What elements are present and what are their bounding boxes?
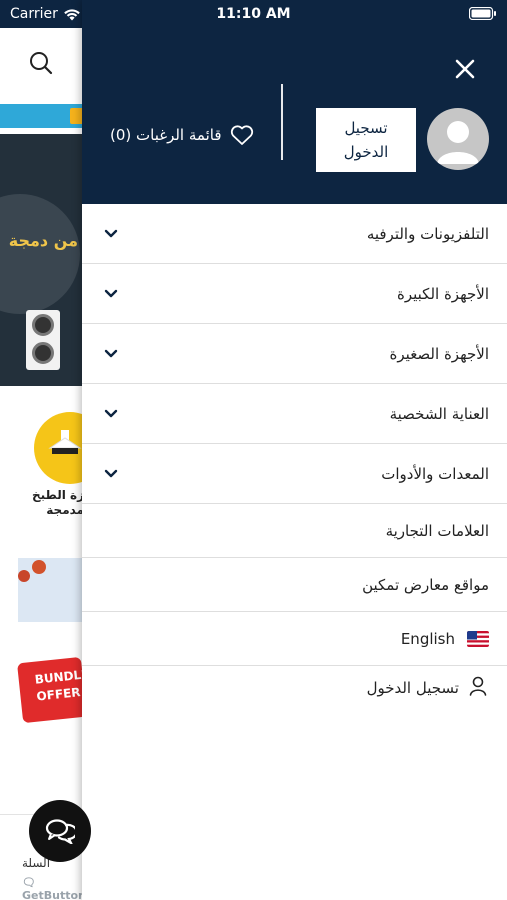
menu-item-small-appliances[interactable]: الأجهزة الصغيرة: [82, 324, 507, 384]
promo-image[interactable]: [18, 558, 82, 622]
menu-item-label: العلامات التجارية: [385, 521, 489, 540]
wishlist-link[interactable]: قائمة الرغبات (0): [110, 122, 254, 148]
battery-icon: [469, 7, 496, 20]
drawer-menu: التلفزيونات والترفيه الأجهزة الكبيرة الأ…: [82, 204, 507, 710]
menu-item-label: مواقع معارض تمكين: [362, 575, 489, 594]
chevron-down-icon[interactable]: [104, 324, 118, 383]
menu-item-equipment-tools[interactable]: المعدات والأدوات: [82, 444, 507, 504]
chevron-down-icon[interactable]: [104, 444, 118, 503]
menu-item-label: الأجهزة الصغيرة: [389, 344, 489, 363]
getbutton-label: GetButton: [22, 889, 86, 900]
menu-item-label: التلفزيونات والترفيه: [366, 224, 489, 243]
menu-item-label: المعدات والأدوات: [381, 464, 489, 483]
menu-item-label: العناية الشخصية: [389, 404, 489, 423]
banner-text: من دمجة: [8, 231, 78, 250]
menu-item-personal-care[interactable]: العناية الشخصية: [82, 384, 507, 444]
stove-image: [26, 310, 60, 370]
menu-item-showroom-locations[interactable]: مواقع معارض تمكين: [82, 558, 507, 612]
wishlist-label: قائمة الرغبات (0): [110, 126, 222, 144]
menu-login-link[interactable]: تسجيل الدخول: [82, 666, 507, 710]
chat-bubbles-icon: [45, 819, 75, 844]
avatar[interactable]: [427, 108, 489, 170]
promo-ball: [18, 570, 30, 582]
bundle-offer-badge[interactable]: BUNDLE OFFER: [17, 656, 90, 724]
banner-decor-circle: [0, 194, 80, 314]
side-drawer: تسجيل الدخول قائمة الرغبات (0) التلفزيون…: [82, 0, 507, 900]
menu-item-label: الأجهزة الكبيرة: [396, 284, 489, 303]
menu-login-label: تسجيل الدخول: [366, 679, 459, 697]
header-divider: [281, 84, 283, 160]
menu-item-tv-entertainment[interactable]: التلفزيونات والترفيه: [82, 204, 507, 264]
close-icon[interactable]: [454, 58, 476, 80]
menu-item-brands[interactable]: العلامات التجارية: [82, 504, 507, 558]
language-switch[interactable]: English: [82, 612, 507, 666]
clock: 11:10 AM: [216, 6, 291, 22]
login-button[interactable]: تسجيل الدخول: [316, 108, 416, 172]
chevron-down-icon[interactable]: [104, 204, 118, 263]
status-bar: Carrier 11:10 AM: [0, 0, 507, 28]
promo-ball: [32, 560, 46, 574]
range-hood-icon: [48, 430, 82, 454]
heart-icon: [230, 125, 253, 145]
user-icon: [469, 676, 487, 696]
us-flag-icon: [467, 631, 489, 647]
drawer-header: تسجيل الدخول قائمة الرغبات (0): [82, 0, 507, 204]
chevron-down-icon[interactable]: [104, 384, 118, 443]
background-banner[interactable]: من دمجة: [0, 134, 82, 386]
getbutton-logo-icon: 🗨: [22, 876, 36, 889]
category-label: زة الطبخ مدمجة: [31, 488, 84, 517]
search-icon[interactable]: [28, 50, 54, 76]
language-label: English: [400, 629, 455, 648]
chat-button[interactable]: [29, 800, 91, 862]
menu-item-large-appliances[interactable]: الأجهزة الكبيرة: [82, 264, 507, 324]
chevron-down-icon[interactable]: [104, 264, 118, 323]
user-avatar-icon: [437, 121, 479, 164]
